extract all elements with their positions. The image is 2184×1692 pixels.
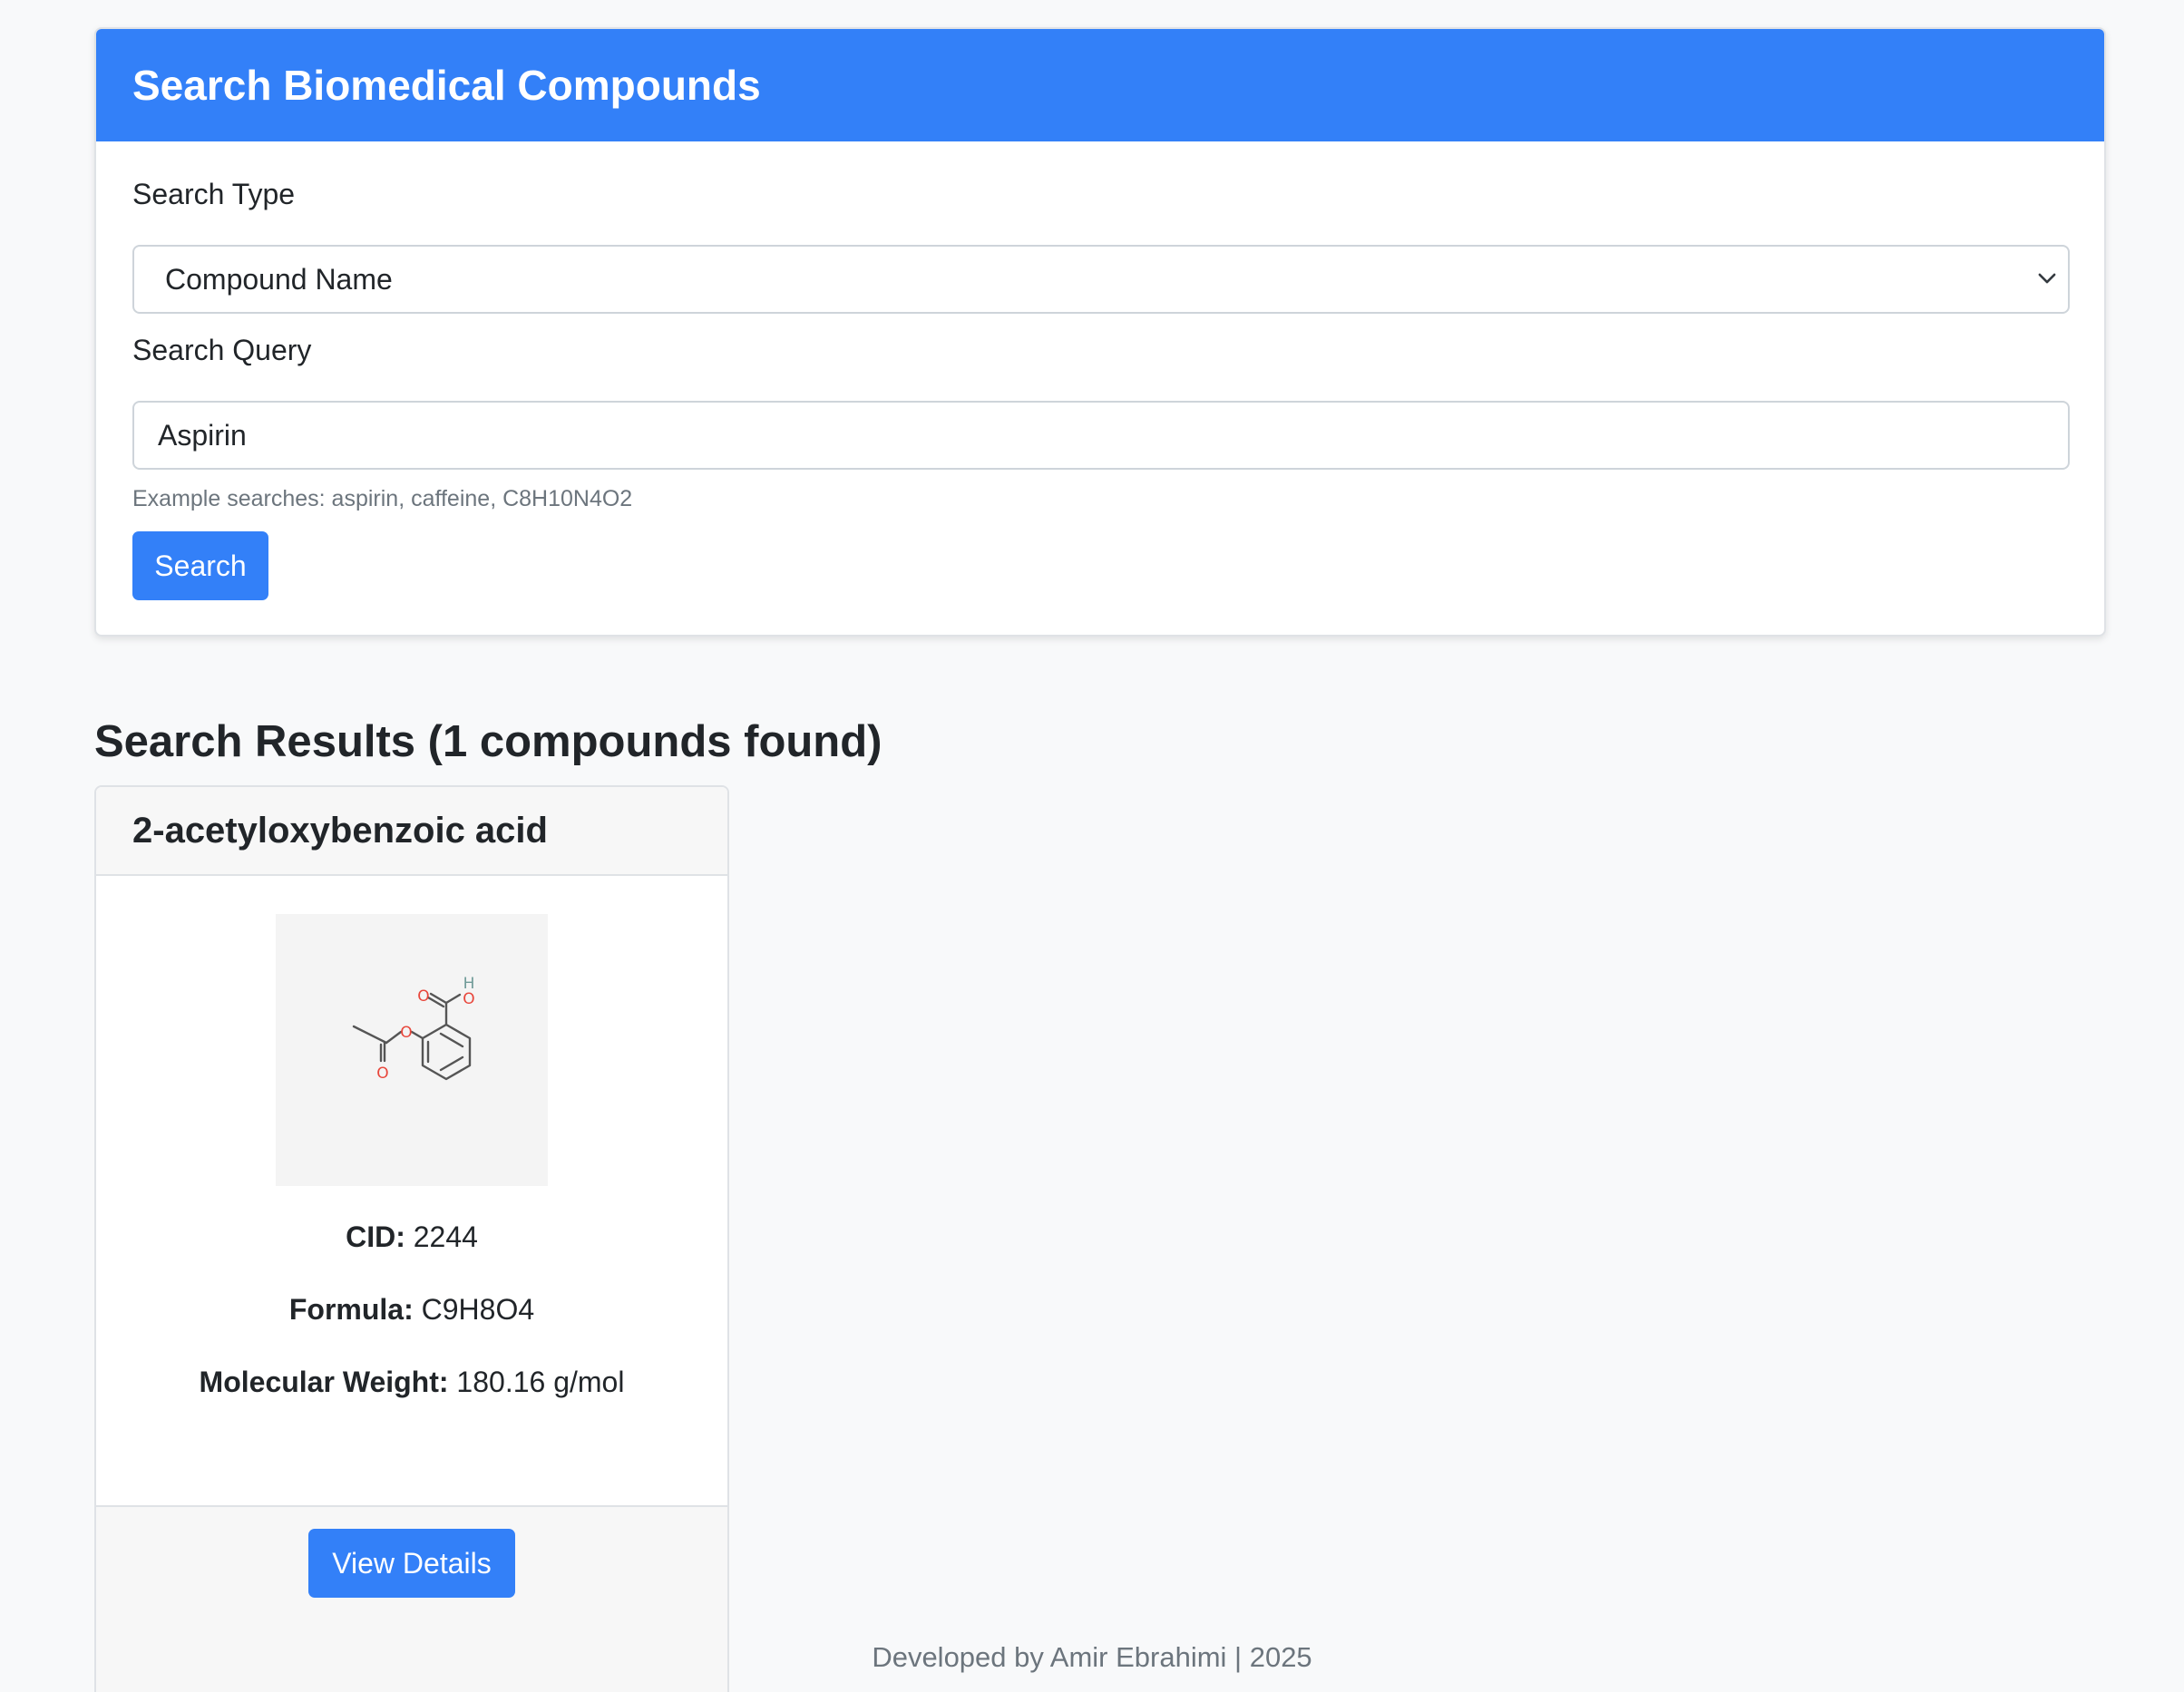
search-query-label: Search Query <box>132 334 312 366</box>
results-heading: Search Results (1 compounds found) <box>94 717 882 766</box>
compound-molecular-weight: Molecular Weight: 180.16 g/mol <box>96 1366 727 1399</box>
search-button[interactable]: Search <box>132 531 268 600</box>
search-type-label: Search Type <box>132 178 296 210</box>
structure-atom-o3: O <box>400 1024 412 1042</box>
cid-value: 2244 <box>413 1220 478 1253</box>
chevron-down-icon <box>2038 273 2056 284</box>
cid-label: CID: <box>346 1220 405 1253</box>
search-type-selected-value: Compound Name <box>165 262 393 296</box>
structure-atom-o1: O <box>417 987 429 1006</box>
view-details-button[interactable]: View Details <box>308 1529 515 1598</box>
search-help-text: Example searches: aspirin, caffeine, C8H… <box>132 486 633 511</box>
formula-value: C9H8O4 <box>421 1293 535 1326</box>
formula-label: Formula: <box>288 1293 414 1326</box>
search-panel-title: Search Biomedical Compounds <box>96 29 2104 141</box>
structure-atom-o4: O <box>376 1065 388 1083</box>
search-panel: Search Biomedical Compounds Search Type … <box>94 27 2106 637</box>
mw-value: 180.16 g/mol <box>456 1366 625 1398</box>
search-query-input[interactable]: Aspirin <box>132 401 2070 470</box>
structure-atom-o2: O <box>463 990 474 1008</box>
aspirin-structure-icon: O H O O O <box>352 975 475 1083</box>
search-query-value: Aspirin <box>158 418 247 452</box>
search-type-select[interactable]: Compound Name <box>132 245 2070 314</box>
compound-name: 2-acetyloxybenzoic acid <box>96 787 727 876</box>
compound-structure-image: O H O O O <box>276 914 548 1186</box>
compound-cid: CID: 2244 <box>96 1220 727 1254</box>
mw-label: Molecular Weight: <box>199 1366 449 1398</box>
compound-card: 2-acetyloxybenzoic acid O H O O O CID: 2… <box>94 785 729 1692</box>
page-footer: Developed by Amir Ebrahimi | 2025 <box>872 1641 1312 1673</box>
compound-formula: Formula: C9H8O4 <box>96 1293 727 1327</box>
